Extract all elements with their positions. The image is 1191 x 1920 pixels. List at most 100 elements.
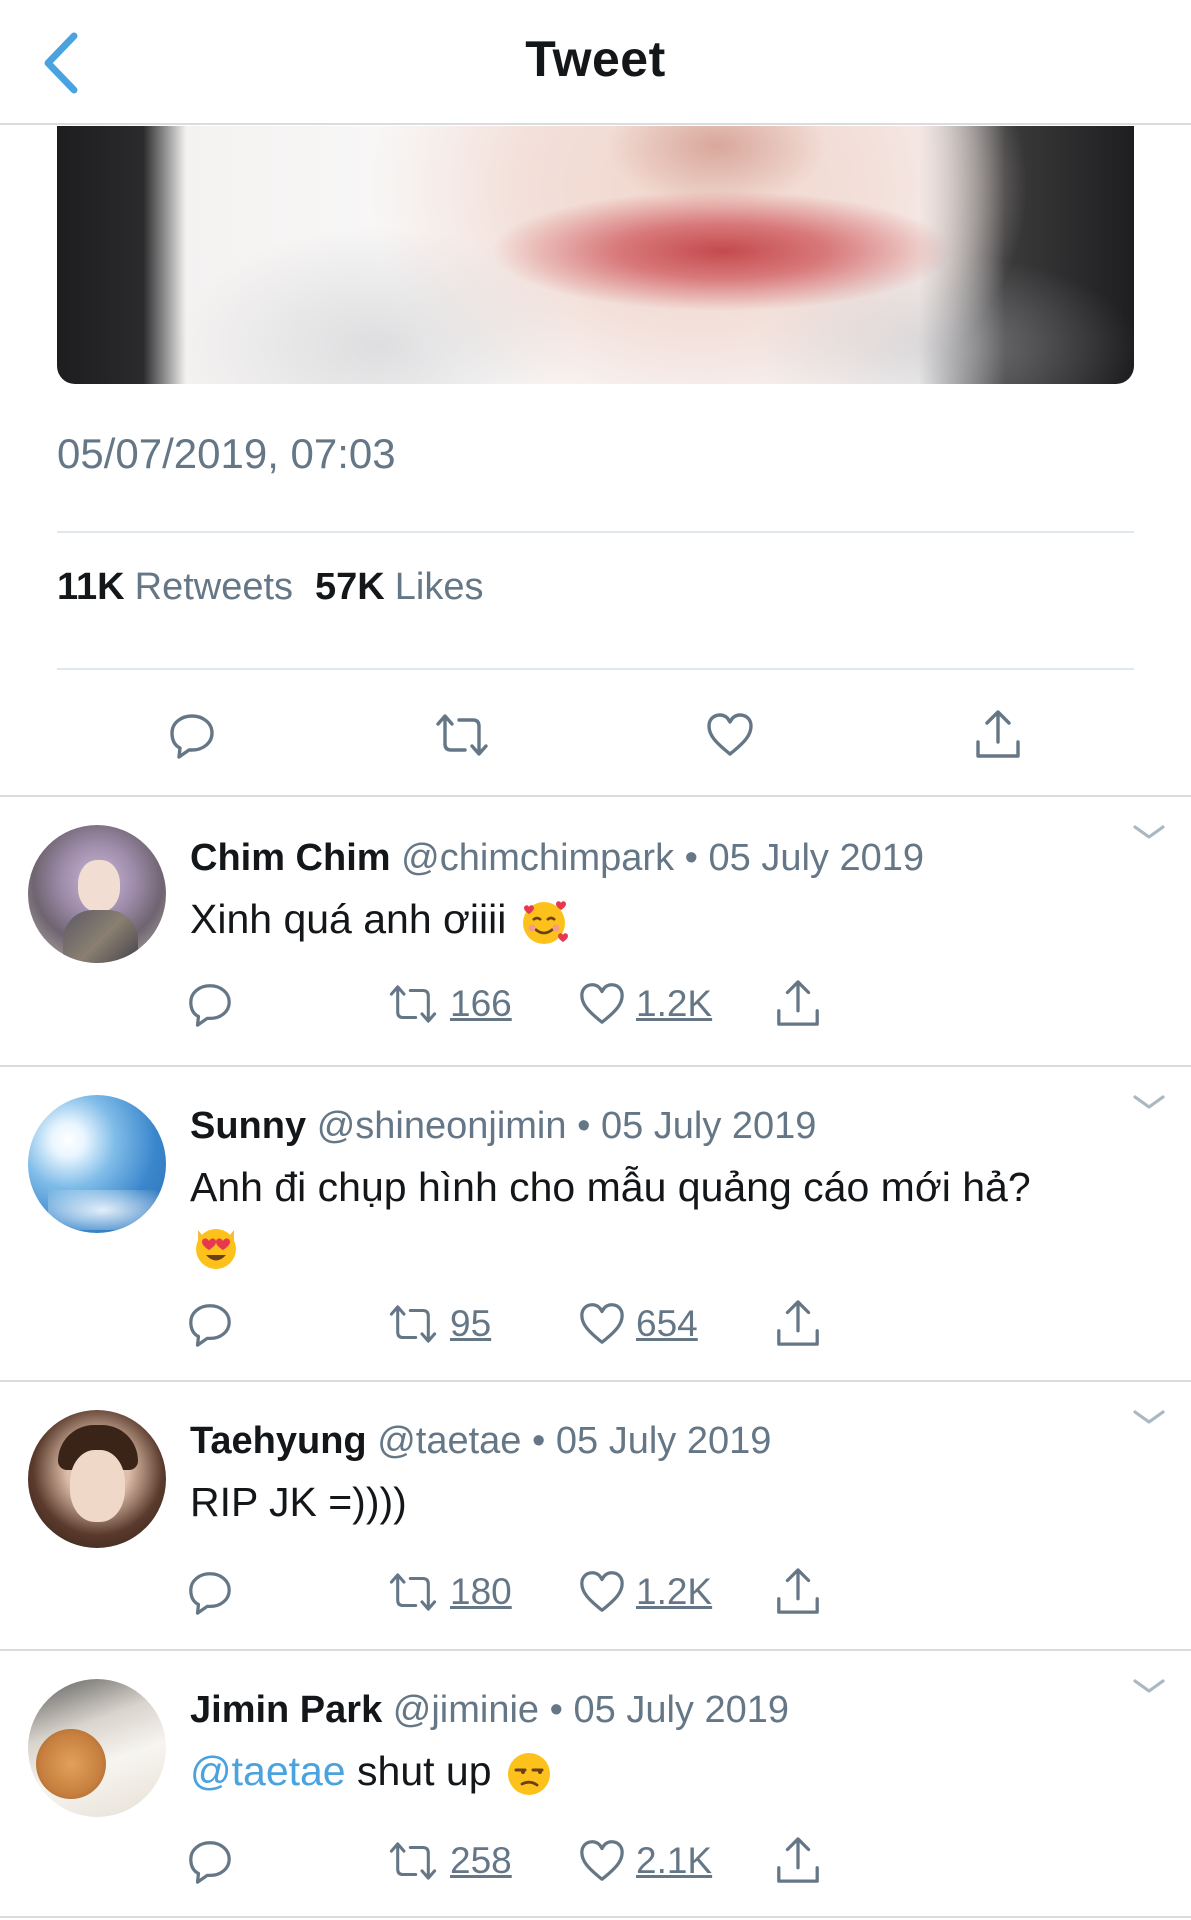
likes-label: Likes [394, 566, 484, 608]
reply-header: Jimin Park @jiminie • 05 July 2019 [190, 1689, 789, 1732]
like-count[interactable]: 1.2K [636, 983, 712, 1025]
like-button[interactable]: 654 [578, 1294, 698, 1354]
share-icon [777, 1568, 819, 1614]
like-count[interactable]: 654 [636, 1303, 698, 1345]
reply-tweet[interactable]: Chim Chim @chimchimpark • 05 July 2019 X… [0, 797, 1191, 1065]
avatar[interactable] [28, 825, 166, 963]
reply-text: RIP JK =)))) [190, 1479, 407, 1525]
avatar-face [78, 860, 120, 912]
retweets-stat[interactable]: 11K Retweets [57, 566, 293, 609]
reply-handle[interactable]: @taetae [377, 1420, 521, 1462]
retweet-count[interactable]: 180 [450, 1571, 512, 1613]
chevron-down-icon[interactable] [1129, 1671, 1169, 1701]
reply-button[interactable] [186, 1294, 234, 1354]
reply-header: Taehyung @taetae • 05 July 2019 [190, 1420, 771, 1463]
reply-text-body: Anh đi chụp hình cho mẫu quảng cáo mới h… [190, 1164, 1031, 1210]
heart-icon [580, 1571, 624, 1612]
retweets-count: 11K [57, 566, 125, 608]
reply-name[interactable]: Taehyung [190, 1420, 367, 1462]
retweet-count[interactable]: 166 [450, 983, 512, 1025]
reply-text-body: Xinh quá anh ơiiii [190, 896, 507, 942]
reply-name[interactable]: Jimin Park [190, 1689, 382, 1731]
like-button[interactable]: 1.2K [578, 974, 712, 1034]
reply-date: 05 July 2019 [708, 837, 925, 879]
reply-name[interactable]: Sunny [190, 1105, 306, 1147]
like-button[interactable]: 2.1K [578, 1831, 712, 1891]
reply-button[interactable] [157, 700, 227, 770]
tweet-photo[interactable] [57, 126, 1134, 384]
mention-link[interactable]: @taetae [190, 1748, 346, 1794]
retweet-button[interactable]: 180 [386, 1562, 512, 1622]
reply-button[interactable] [186, 1562, 234, 1622]
photo-shadow [177, 226, 577, 384]
reply-actions: 166 1.2K [0, 974, 1191, 1034]
reply-actions: 258 2.1K [0, 1831, 1191, 1891]
retweets-label: Retweets [134, 566, 294, 608]
reply-actions: 180 1.2K [0, 1562, 1191, 1622]
reply-button[interactable] [186, 1831, 234, 1891]
likes-stat[interactable]: 57K Likes [315, 566, 483, 609]
avatar[interactable] [28, 1679, 166, 1817]
reply-text: @taetae shut up [190, 1743, 1140, 1800]
avatar[interactable] [28, 1095, 166, 1233]
reply-tweet[interactable]: Taehyung @taetae • 05 July 2019 RIP JK =… [0, 1382, 1191, 1650]
avatar[interactable] [28, 1410, 166, 1548]
retweet-icon [389, 1305, 437, 1343]
retweet-button[interactable]: 95 [386, 1294, 491, 1354]
chevron-down-icon[interactable] [1129, 1087, 1169, 1117]
share-button[interactable] [774, 1562, 822, 1622]
reply-actions: 95 654 [0, 1294, 1191, 1354]
reply-header: Chim Chim @chimchimpark • 05 July 2019 [190, 837, 924, 880]
heart-icon [580, 1840, 624, 1881]
tweet-actions [0, 700, 1191, 770]
chevron-down-icon[interactable] [1129, 817, 1169, 847]
avatar-cat [36, 1729, 106, 1799]
like-count[interactable]: 2.1K [636, 1840, 712, 1882]
share-button[interactable] [774, 974, 822, 1034]
reply-date: 05 July 2019 [600, 1105, 817, 1147]
heart-icon [580, 1303, 624, 1344]
heart-eyes-cat-emoji [196, 1229, 236, 1270]
share-button[interactable] [774, 1831, 822, 1891]
retweet-icon [389, 985, 437, 1023]
reply-tweet[interactable]: Jimin Park @jiminie • 05 July 2019 @taet… [0, 1651, 1191, 1920]
separator-dot: • [684, 837, 698, 879]
retweet-count[interactable]: 95 [450, 1303, 491, 1345]
like-button[interactable] [695, 700, 765, 770]
divider [57, 668, 1134, 670]
reply-icon [189, 1572, 231, 1615]
photo-shadow [757, 246, 1134, 384]
retweet-button[interactable] [427, 700, 497, 770]
share-icon [777, 1837, 819, 1883]
share-icon [777, 980, 819, 1026]
retweet-icon [436, 714, 488, 756]
retweet-button[interactable]: 166 [386, 974, 512, 1034]
reply-icon [189, 1304, 231, 1347]
retweet-icon [389, 1842, 437, 1880]
reply-handle[interactable]: @jiminie [393, 1689, 539, 1731]
share-button[interactable] [774, 1294, 822, 1354]
reply-name[interactable]: Chim Chim [190, 837, 391, 879]
reply-handle[interactable]: @shineonjimin [317, 1105, 567, 1147]
likes-count: 57K [315, 566, 385, 608]
reply-handle[interactable]: @chimchimpark [401, 837, 674, 879]
nav-header: Tweet [0, 0, 1191, 125]
like-button[interactable]: 1.2K [578, 1562, 712, 1622]
tweet-stats: 11K Retweets 57K Likes [57, 566, 483, 609]
tweet-timestamp: 05/07/2019, 07:03 [57, 430, 396, 477]
reply-tweet[interactable]: Sunny @shineonjimin • 05 July 2019 Anh đ… [0, 1067, 1191, 1380]
reply-icon [189, 984, 231, 1027]
share-button[interactable] [963, 700, 1033, 770]
reply-date: 05 July 2019 [573, 1689, 790, 1731]
unamused-face-emoji [507, 1753, 550, 1796]
retweet-count[interactable]: 258 [450, 1840, 512, 1882]
like-count[interactable]: 1.2K [636, 1571, 712, 1613]
reply-button[interactable] [186, 974, 234, 1034]
separator-dot: • [532, 1420, 546, 1462]
chevron-down-icon[interactable] [1129, 1402, 1169, 1432]
share-icon [777, 1300, 819, 1346]
retweet-button[interactable]: 258 [386, 1831, 512, 1891]
reply-icon [170, 714, 214, 759]
reply-date: 05 July 2019 [555, 1420, 772, 1462]
reply-text: Anh đi chụp hình cho mẫu quảng cáo mới h… [190, 1159, 1140, 1272]
